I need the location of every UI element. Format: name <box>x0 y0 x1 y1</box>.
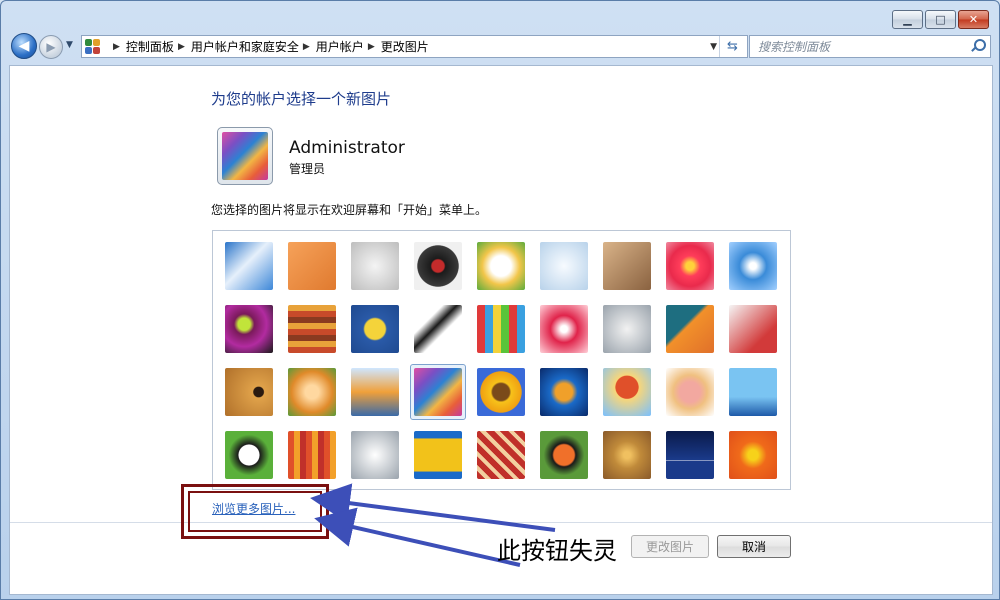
maximize-button[interactable]: □ <box>925 10 956 29</box>
picture-basket-weave[interactable] <box>603 431 651 479</box>
cancel-button[interactable]: 取消 <box>717 535 791 558</box>
chevron-right-icon: ▶ <box>113 41 120 52</box>
picture-fabric[interactable] <box>288 431 336 479</box>
window-frame: ▁ □ ✕ ◀ ▶ ▼ ▶ 控制面板 ▶ 用户帐户和家庭安全 ▶ 用户帐户 ▶ … <box>0 0 1000 600</box>
picture-vinyl-record[interactable] <box>414 242 462 290</box>
annotation-text: 此按钮失灵 <box>497 537 617 565</box>
breadcrumb-user-accounts-family[interactable]: 用户帐户和家庭安全 <box>191 38 299 55</box>
picture-paper-crane[interactable] <box>729 305 777 353</box>
picture-lucky-cat[interactable] <box>477 242 525 290</box>
picture-tropical-fish[interactable] <box>540 368 588 416</box>
account-role: 管理员 <box>289 162 326 176</box>
breadcrumb-control-panel[interactable]: 控制面板 <box>126 38 174 55</box>
picture-grid <box>212 230 791 490</box>
content-area: 为您的帐户选择一个新图片 Administrator 管理员 您选择的图片将显示… <box>9 65 993 595</box>
picture-stairs[interactable] <box>666 305 714 353</box>
picture-window[interactable] <box>414 431 462 479</box>
picture-orange-flower[interactable] <box>729 431 777 479</box>
forward-button[interactable]: ▶ <box>39 35 63 59</box>
change-picture-button[interactable]: 更改图片 <box>631 535 709 558</box>
picture-hint-text: 您选择的图片将显示在欢迎屏幕和「开始」菜单上。 <box>211 203 488 217</box>
picture-guitar[interactable] <box>225 368 273 416</box>
page-title: 为您的帐户选择一个新图片 <box>211 90 392 108</box>
annotation-highlight-box <box>181 484 329 539</box>
back-button[interactable]: ◀ <box>11 33 37 59</box>
picture-doll[interactable] <box>666 368 714 416</box>
address-bar[interactable]: ▶ 控制面板 ▶ 用户帐户和家庭安全 ▶ 用户帐户 ▶ 更改图片 ▼ ⇆ <box>81 35 748 58</box>
history-dropdown-icon[interactable]: ▼ <box>66 40 73 50</box>
search-input[interactable]: 搜索控制面板 <box>749 35 991 58</box>
picture-roller-coaster[interactable] <box>225 242 273 290</box>
caption-buttons: ▁ □ ✕ <box>892 10 989 29</box>
breadcrumb-user-accounts[interactable]: 用户帐户 <box>316 38 364 55</box>
picture-pink-flower[interactable] <box>666 242 714 290</box>
picture-toy-robot[interactable] <box>351 368 399 416</box>
control-panel-icon <box>85 38 105 55</box>
picture-jacks[interactable] <box>603 305 651 353</box>
picture-hot-air-balloon[interactable] <box>603 368 651 416</box>
picture-star-ornament[interactable] <box>540 305 588 353</box>
picture-butterfly[interactable] <box>540 431 588 479</box>
navigation-bar: ◀ ▶ ▼ ▶ 控制面板 ▶ 用户帐户和家庭安全 ▶ 用户帐户 ▶ 更改图片 ▼… <box>9 33 991 61</box>
picture-pinwheel[interactable] <box>729 242 777 290</box>
search-placeholder: 搜索控制面板 <box>758 40 831 54</box>
current-account-picture <box>217 127 273 185</box>
close-button[interactable]: ✕ <box>958 10 989 29</box>
picture-starfish[interactable] <box>288 242 336 290</box>
picture-robot-toy[interactable] <box>351 242 399 290</box>
picture-textile[interactable] <box>477 431 525 479</box>
picture-yellow-leaf[interactable] <box>351 305 399 353</box>
chevron-right-icon[interactable]: ▶ <box>368 42 375 52</box>
picture-lighthouse[interactable] <box>666 431 714 479</box>
minimize-button[interactable]: ▁ <box>892 10 923 29</box>
picture-fabric-stack[interactable] <box>288 305 336 353</box>
search-icon[interactable] <box>970 39 986 53</box>
picture-pomeranian[interactable] <box>288 368 336 416</box>
picture-sailboat[interactable] <box>729 368 777 416</box>
chevron-right-icon[interactable]: ▶ <box>303 42 310 52</box>
picture-colorful-swirl[interactable] <box>414 368 462 416</box>
refresh-icon[interactable]: ⇆ <box>719 36 745 57</box>
picture-spinning-top[interactable] <box>540 242 588 290</box>
breadcrumb: ▶ 控制面板 ▶ 用户帐户和家庭安全 ▶ 用户帐户 ▶ 更改图片 <box>109 38 429 55</box>
picture-soccer-ball[interactable] <box>225 431 273 479</box>
chevron-right-icon[interactable]: ▶ <box>178 42 185 52</box>
picture-sunflower[interactable] <box>477 368 525 416</box>
footer-divider <box>10 522 992 523</box>
address-dropdown-icon[interactable]: ▼ <box>710 42 717 52</box>
account-name: Administrator <box>289 138 405 158</box>
picture-crayons[interactable] <box>477 305 525 353</box>
picture-kitten[interactable] <box>603 242 651 290</box>
picture-marbles[interactable] <box>351 431 399 479</box>
picture-border-collie[interactable] <box>414 305 462 353</box>
breadcrumb-change-picture[interactable]: 更改图片 <box>381 38 429 55</box>
picture-ball[interactable] <box>225 305 273 353</box>
